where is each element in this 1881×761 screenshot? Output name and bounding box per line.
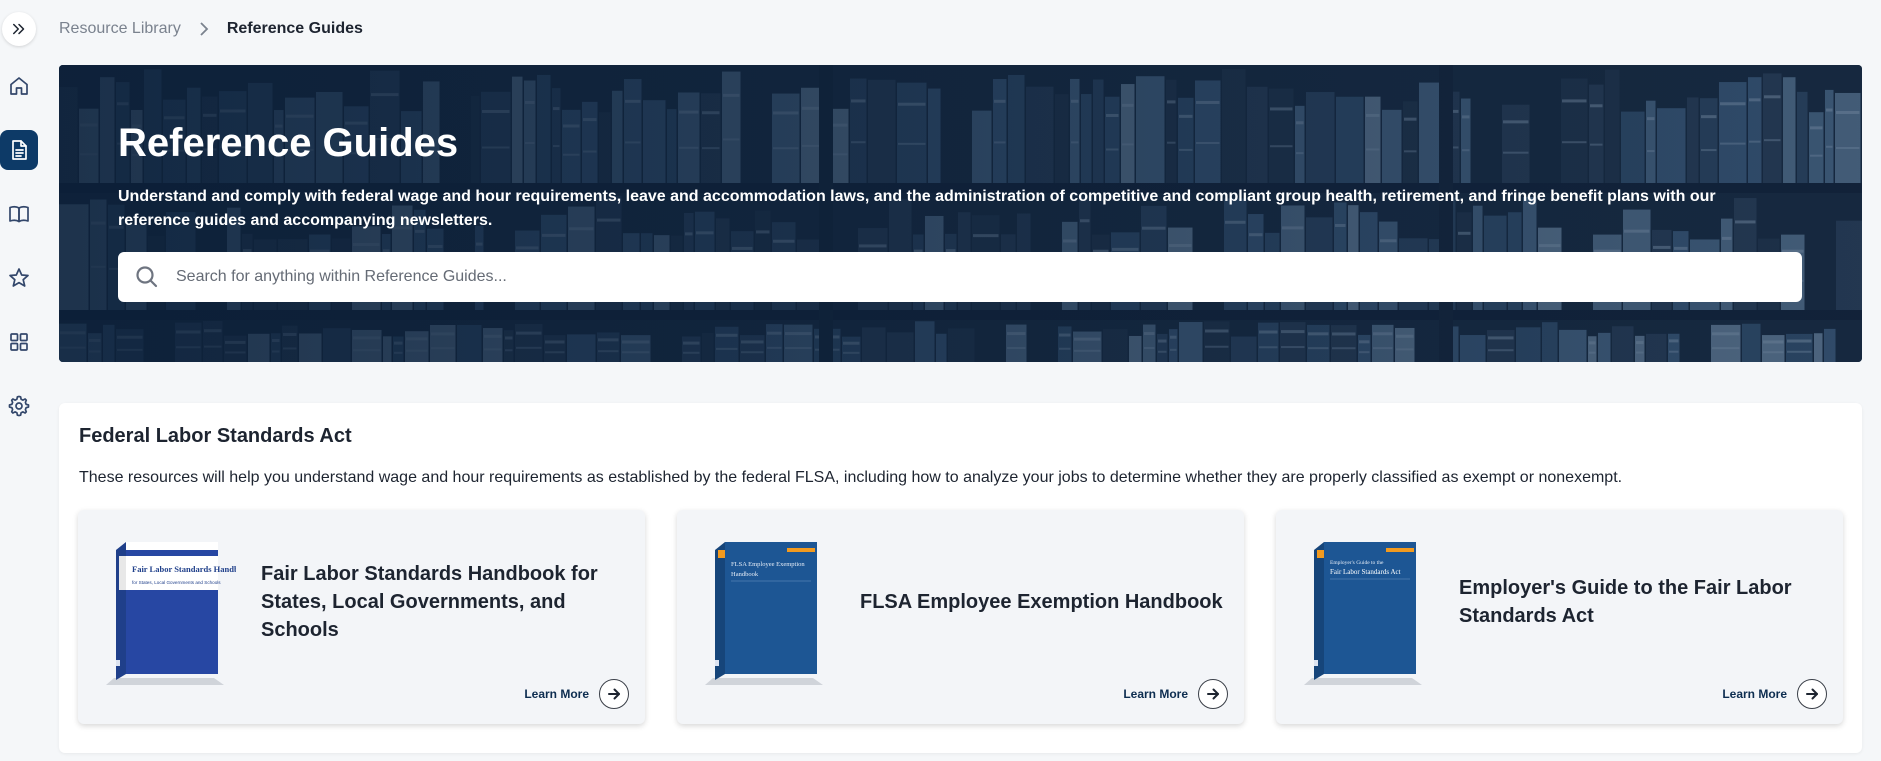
arrow-right-icon[interactable]: [1198, 679, 1228, 709]
learn-more-link[interactable]: Learn More: [524, 679, 629, 709]
expand-sidebar-button[interactable]: [2, 12, 36, 46]
home-icon: [10, 77, 28, 95]
chevron-right-icon: [199, 22, 209, 36]
book-icon: [9, 205, 29, 223]
book-cover-title: Employer's Guide to the: [1330, 560, 1384, 566]
sidebar-item-favorites[interactable]: [0, 259, 38, 297]
sidebar-item-settings[interactable]: [0, 387, 38, 425]
arrow-right-icon[interactable]: [599, 679, 629, 709]
guide-card-title[interactable]: Fair Labor Standards Handbook for States…: [261, 510, 631, 694]
page-description: Understand and comply with federal wage …: [118, 188, 1716, 229]
section-description: These resources will help you understand…: [79, 469, 1623, 486]
book-cover-title: FLSA Employee Exemption: [731, 561, 805, 568]
guide-card-title[interactable]: FLSA Employee Exemption Handbook: [860, 510, 1230, 694]
gear-icon: [8, 395, 30, 417]
section-title: Federal Labor Standards Act: [79, 425, 352, 447]
search-icon: [134, 264, 160, 290]
sidebar-item-library[interactable]: [0, 195, 38, 233]
arrow-right-icon[interactable]: [1797, 679, 1827, 709]
guide-card[interactable]: FLSA Employee Exemption Handbook FLSA Em…: [677, 510, 1244, 724]
sidebar-item-reference-guides[interactable]: [0, 130, 38, 170]
guide-card[interactable]: Fair Labor Standards Handbook for States…: [78, 510, 645, 724]
book-cover-subtitle: for States, Local Governments and School…: [132, 580, 221, 585]
book-cover-image: FLSA Employee Exemption Handbook: [705, 542, 823, 685]
book-cover-image: Employer's Guide to the Fair Labor Stand…: [1304, 542, 1422, 685]
sidebar-item-apps[interactable]: [0, 323, 38, 361]
learn-more-label: Learn More: [1722, 687, 1787, 701]
breadcrumb-link-resource-library[interactable]: Resource Library: [59, 20, 181, 38]
learn-more-link[interactable]: Learn More: [1722, 679, 1827, 709]
document-icon: [12, 140, 27, 160]
sidebar: [0, 0, 38, 761]
search-bar: [118, 252, 1802, 302]
learn-more-label: Learn More: [1123, 687, 1188, 701]
breadcrumb: Resource Library Reference Guides: [59, 19, 363, 39]
page-title: Reference Guides: [118, 121, 459, 165]
breadcrumb-current: Reference Guides: [226, 20, 363, 37]
book-cover-title: Fair Labor Standards Handbook: [132, 564, 236, 574]
star-icon: [9, 268, 29, 287]
hero-banner: Reference Guides Understand and comply w…: [59, 65, 1862, 362]
learn-more-label: Learn More: [524, 687, 589, 701]
book-cover-subtitle: Fair Labor Standards Act: [1330, 568, 1401, 576]
guide-card[interactable]: Employer's Guide to the Fair Labor Stand…: [1276, 510, 1843, 724]
book-cover-image: Fair Labor Standards Handbook for States…: [106, 542, 236, 685]
search-input[interactable]: [176, 257, 1776, 297]
learn-more-link[interactable]: Learn More: [1123, 679, 1228, 709]
sidebar-item-home[interactable]: [0, 67, 38, 105]
guide-card-title[interactable]: Employer's Guide to the Fair Labor Stand…: [1459, 510, 1829, 694]
section-federal-labor-standards-act: Federal Labor Standards Act These resour…: [59, 403, 1862, 753]
grid-icon: [10, 333, 28, 351]
double-chevron-right-icon: [13, 23, 25, 35]
book-cover-subtitle: Handbook: [731, 571, 759, 578]
